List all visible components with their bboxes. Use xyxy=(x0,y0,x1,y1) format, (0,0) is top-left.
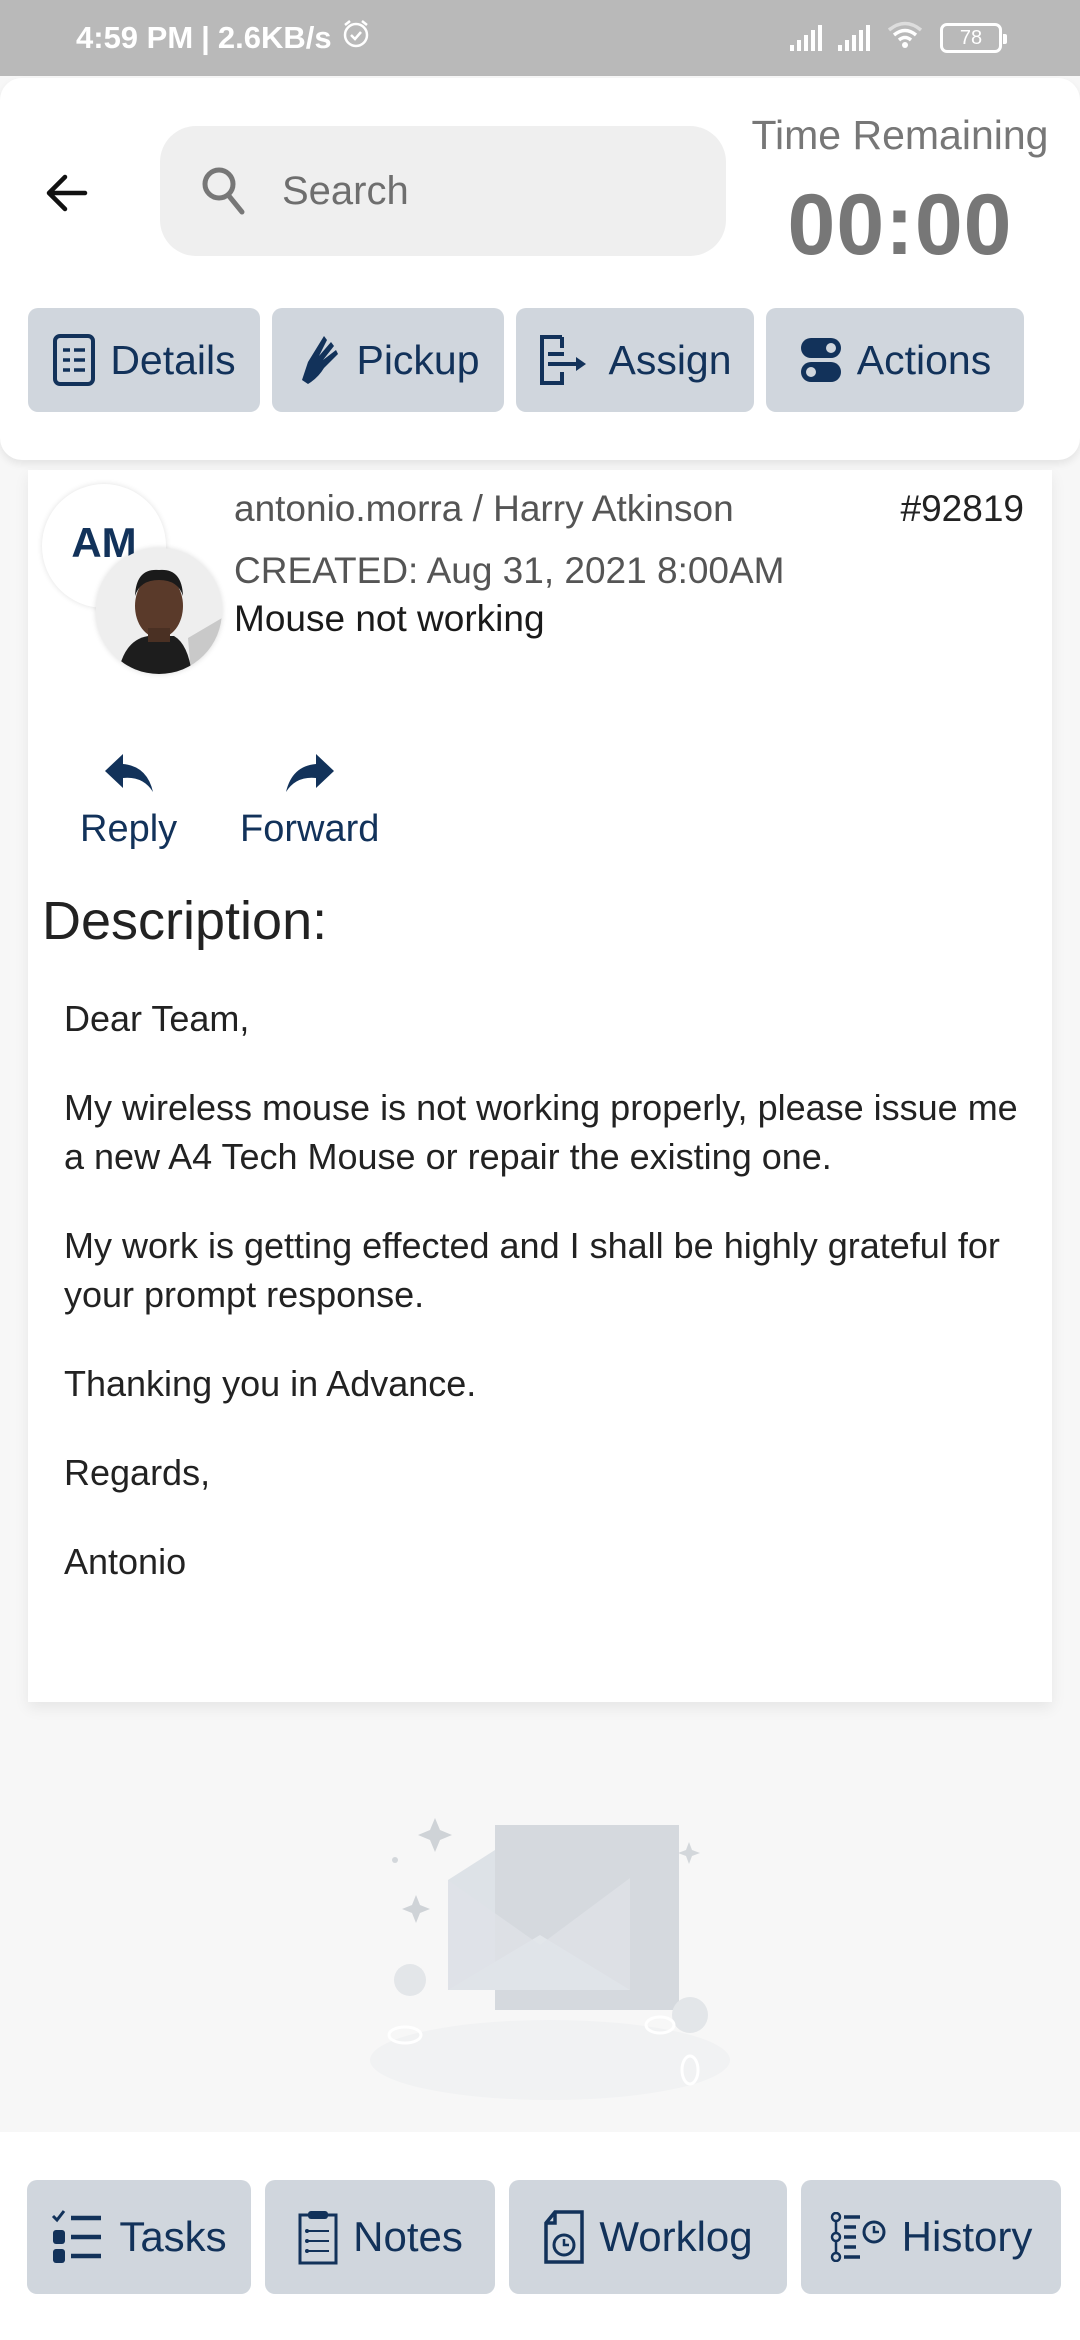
ticket-id: #92819 xyxy=(900,488,1024,529)
description-heading: Description: xyxy=(42,891,328,951)
status-divider: | xyxy=(201,20,210,55)
top-tabs: Details Pickup Assign Actions xyxy=(28,308,1024,412)
reply-label: Reply xyxy=(80,808,178,850)
worklog-clock-icon xyxy=(544,2210,585,2264)
tab-actions[interactable]: Actions xyxy=(766,308,1024,412)
signal-icon xyxy=(790,25,822,51)
hand-pickup-icon xyxy=(302,336,339,384)
description-paragraph: Thanking you in Advance. xyxy=(64,1363,477,1404)
tasks-checklist-icon xyxy=(52,2210,102,2263)
bottom-tabs: Tasks Notes Worklog History xyxy=(27,2180,1061,2294)
ticket-card: AM antonio.morra / Harry Atkinson #92819… xyxy=(28,470,1052,1702)
tab-actions-label: Actions xyxy=(856,336,992,383)
reply-icon xyxy=(104,754,153,792)
back-button[interactable] xyxy=(40,166,94,220)
battery-level: 78 xyxy=(959,26,983,49)
clipboard-notes-icon xyxy=(298,2211,338,2265)
forward-button[interactable]: Forward xyxy=(240,752,379,851)
battery-icon: 78 xyxy=(940,23,1007,53)
assign-icon xyxy=(540,335,587,385)
signal-icon xyxy=(838,25,870,51)
details-list-icon xyxy=(53,334,96,386)
tab-details-label: Details xyxy=(110,336,236,383)
description-paragraph: My wireless mouse is not working properl… xyxy=(64,1087,1018,1177)
tab-notes[interactable]: Notes xyxy=(265,2180,495,2294)
bottom-nav: Tasks Notes Worklog History xyxy=(0,2132,1080,2340)
time-remaining-value: 00:00 xyxy=(787,177,1013,273)
tab-assign[interactable]: Assign xyxy=(516,308,754,412)
forward-label: Forward xyxy=(240,808,380,850)
description-body: Dear Team, My wireless mouse is not work… xyxy=(64,994,1024,1626)
tab-notes-label: Notes xyxy=(353,2213,463,2260)
ticket-subject: Mouse not working xyxy=(234,598,545,639)
tab-pickup[interactable]: Pickup xyxy=(272,308,504,412)
forward-icon xyxy=(285,754,334,792)
tab-tasks[interactable]: Tasks xyxy=(27,2180,251,2294)
status-time: 4:59 PM xyxy=(76,20,194,55)
tab-details[interactable]: Details xyxy=(28,308,260,412)
description-paragraph: Regards, xyxy=(64,1452,211,1493)
history-timeline-icon xyxy=(830,2212,886,2262)
tab-assign-label: Assign xyxy=(608,336,732,383)
tab-history-label: History xyxy=(901,2213,1033,2260)
search-input[interactable] xyxy=(282,168,682,214)
ticket-users: antonio.morra / Harry Atkinson xyxy=(234,488,734,529)
time-remaining-label: Time Remaining xyxy=(751,112,1049,158)
description-paragraph: Antonio xyxy=(64,1541,187,1582)
status-bar: 4:59 PM | 2.6KB/s 78 xyxy=(0,0,1080,76)
ticket-created-date: CREATED: Aug 31, 2021 8:00AM xyxy=(234,550,785,591)
alarm-icon xyxy=(340,18,372,58)
reply-button[interactable]: Reply xyxy=(80,752,177,851)
tab-pickup-label: Pickup xyxy=(356,336,480,383)
tab-tasks-label: Tasks xyxy=(119,2213,227,2260)
arrow-left-icon xyxy=(46,174,88,212)
wifi-icon xyxy=(886,19,924,57)
toggle-actions-icon xyxy=(800,338,841,382)
description-paragraph: Dear Team, xyxy=(64,998,250,1039)
description-paragraph: My work is getting effected and I shall … xyxy=(64,1225,1000,1315)
header-card: Time Remaining 00:00 Details Pickup Assi… xyxy=(0,78,1080,460)
network-speed: 2.6KB/s xyxy=(217,20,332,55)
empty-mail-illustration xyxy=(340,1780,760,2140)
tab-worklog[interactable]: Worklog xyxy=(509,2180,787,2294)
search-icon xyxy=(202,167,245,215)
search-box[interactable] xyxy=(160,126,726,256)
tab-history[interactable]: History xyxy=(801,2180,1061,2294)
tab-worklog-label: Worklog xyxy=(599,2213,753,2260)
avatar-photo xyxy=(96,548,222,674)
